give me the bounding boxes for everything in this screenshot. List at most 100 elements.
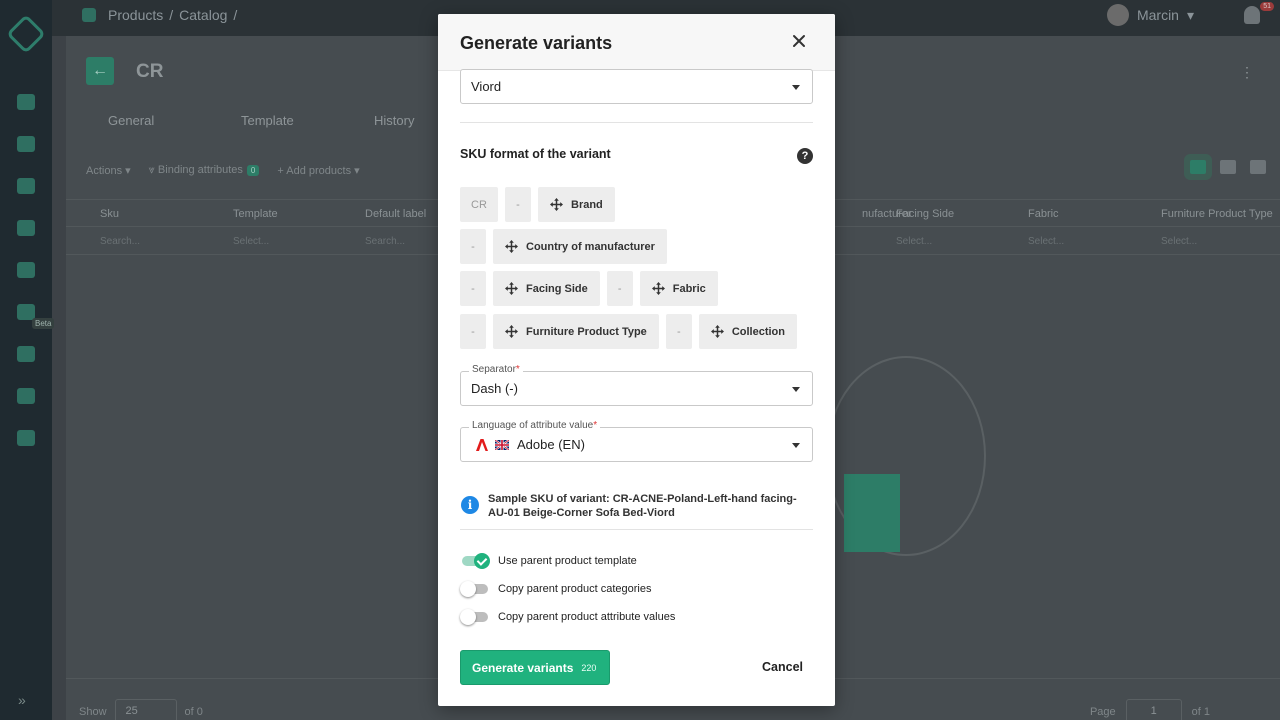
col-default-label[interactable]: Default label (365, 208, 426, 220)
sku-row-2: - Country of manufacturer (460, 229, 667, 264)
sku-row-4: - Furniture Product Type - Collection (460, 314, 797, 349)
toggle-label: Copy parent product categories (498, 583, 652, 595)
avatar (1106, 4, 1129, 26)
toggle-row-copy-categories: Copy parent product categories (460, 581, 652, 597)
filter-template[interactable]: Select... (233, 236, 269, 247)
calendar-icon[interactable] (17, 346, 35, 362)
dialog-header: Generate variants (438, 14, 835, 71)
sku-attribute-chip-fabric[interactable]: Fabric (639, 271, 718, 306)
filter-furniture-type[interactable]: Select... (1161, 236, 1197, 247)
separator-select[interactable]: Separator* Dash (-) (460, 364, 813, 406)
sidebar: Beta » (0, 0, 55, 720)
grid-view-icon[interactable] (1220, 160, 1236, 174)
info-icon: i (461, 496, 479, 514)
generate-variants-dialog: Generate variants Viord SKU format of th… (438, 14, 835, 706)
dashboard-icon[interactable] (17, 178, 35, 194)
sku-row-3: - Facing Side - Fabric (460, 271, 718, 306)
more-options-icon[interactable]: ⋮ (1240, 64, 1254, 81)
sku-attribute-chip-country[interactable]: Country of manufacturer (493, 229, 667, 264)
media-icon[interactable] (17, 262, 35, 278)
page-title: CR (136, 61, 164, 82)
move-icon (505, 325, 518, 338)
sku-separator-chip: - (460, 229, 486, 264)
user-menu[interactable]: Marcin ▾ (1106, 4, 1194, 26)
page-label: Page (1089, 706, 1116, 718)
sku-format-header: SKU format of the variant ? (460, 147, 813, 165)
home-icon[interactable] (17, 94, 35, 110)
tab-general[interactable]: General (108, 113, 241, 128)
col-template[interactable]: Template (233, 208, 278, 220)
products-icon[interactable] (17, 136, 35, 152)
generate-count-badge: 220 (581, 662, 597, 673)
col-facing-side[interactable]: Facing Side (896, 208, 954, 220)
page-size-select[interactable]: 25 (114, 699, 177, 720)
integrations-icon[interactable] (17, 388, 35, 404)
sku-code-chip: CR (460, 187, 498, 222)
bell-icon[interactable] (1244, 6, 1260, 24)
breadcrumb: Products / Catalog / (82, 7, 237, 23)
beta-badge: Beta (32, 318, 55, 329)
copy-parent-categories-toggle[interactable] (460, 581, 490, 597)
col-furniture-type[interactable]: Furniture Product Type (1161, 208, 1273, 220)
check-icon (474, 553, 490, 569)
sku-separator-chip: - (460, 271, 486, 306)
sku-separator-chip: - (460, 314, 486, 349)
settings-icon[interactable] (17, 430, 35, 446)
sku-attribute-chip-furniture-type[interactable]: Furniture Product Type (493, 314, 659, 349)
filter-facing-side[interactable]: Select... (896, 236, 932, 247)
toggle-label: Use parent product template (498, 555, 637, 567)
filter-default-label[interactable]: Search... (365, 236, 405, 247)
language-label: Language of attribute value* (469, 420, 601, 431)
help-icon[interactable]: ? (797, 148, 813, 164)
actions-button[interactable]: Actions ▾ (86, 164, 131, 177)
empty-state-shape (844, 474, 900, 552)
col-sku[interactable]: Sku (100, 208, 119, 220)
list-view-icon[interactable] (1190, 160, 1206, 174)
binding-attributes-button[interactable]: ⩔ Binding attributes 0 (149, 164, 260, 177)
attribute-value-select[interactable]: Viord (460, 69, 813, 104)
back-button[interactable]: ← (86, 57, 114, 85)
crumb-sep: / (233, 7, 238, 23)
page-count: of 1 (1191, 706, 1210, 718)
use-parent-template-toggle[interactable] (462, 553, 490, 569)
copy-parent-attribute-values-toggle[interactable] (460, 609, 490, 625)
toggle-label: Copy parent product attribute values (498, 611, 676, 623)
crumb-products[interactable]: Products (108, 7, 163, 23)
show-label: Show (79, 706, 107, 718)
view-switcher (1190, 160, 1266, 174)
generate-label: Generate variants (472, 660, 574, 675)
caret-down-icon (792, 85, 800, 90)
sample-sku-text: Sample SKU of variant: CR-ACNE-Poland-Le… (488, 493, 797, 519)
crumb-catalog[interactable]: Catalog (179, 7, 227, 23)
divider (460, 529, 813, 530)
chevron-down-icon: ▾ (1186, 6, 1194, 23)
filter-fabric[interactable]: Select... (1028, 236, 1064, 247)
close-icon[interactable] (789, 31, 809, 51)
col-fabric[interactable]: Fabric (1028, 208, 1059, 220)
move-icon (550, 198, 563, 211)
language-value: Adobe (EN) (517, 437, 585, 452)
language-select[interactable]: Language of attribute value* Adobe (EN) (460, 420, 813, 462)
filter-sku[interactable]: Search... (100, 236, 140, 247)
structure-icon[interactable] (17, 220, 35, 236)
toggle-row-use-template: Use parent product template (462, 553, 637, 569)
flag-uk-icon (495, 439, 509, 450)
move-icon (505, 240, 518, 253)
sku-attribute-chip-facing-side[interactable]: Facing Side (493, 271, 600, 306)
expand-sidebar-icon[interactable]: » (18, 692, 26, 708)
separator-value: Dash (-) (471, 381, 518, 396)
sku-attribute-chip-collection[interactable]: Collection (698, 314, 797, 349)
sku-attribute-chip-brand[interactable]: Brand (538, 187, 615, 222)
gear-icon[interactable] (1250, 160, 1266, 174)
sku-separator-chip: - (606, 271, 633, 306)
cube-icon (82, 8, 96, 22)
caret-down-icon (792, 443, 800, 448)
generate-variants-button[interactable]: Generate variants 220 (460, 650, 610, 685)
divider (460, 122, 813, 123)
add-products-button[interactable]: + Add products ▾ (277, 164, 359, 177)
cancel-button[interactable]: Cancel (762, 660, 803, 674)
tab-template[interactable]: Template (241, 113, 374, 128)
sku-separator-chip: - (505, 187, 531, 222)
page-input[interactable]: 1 (1125, 699, 1182, 720)
adobe-icon (476, 438, 488, 451)
